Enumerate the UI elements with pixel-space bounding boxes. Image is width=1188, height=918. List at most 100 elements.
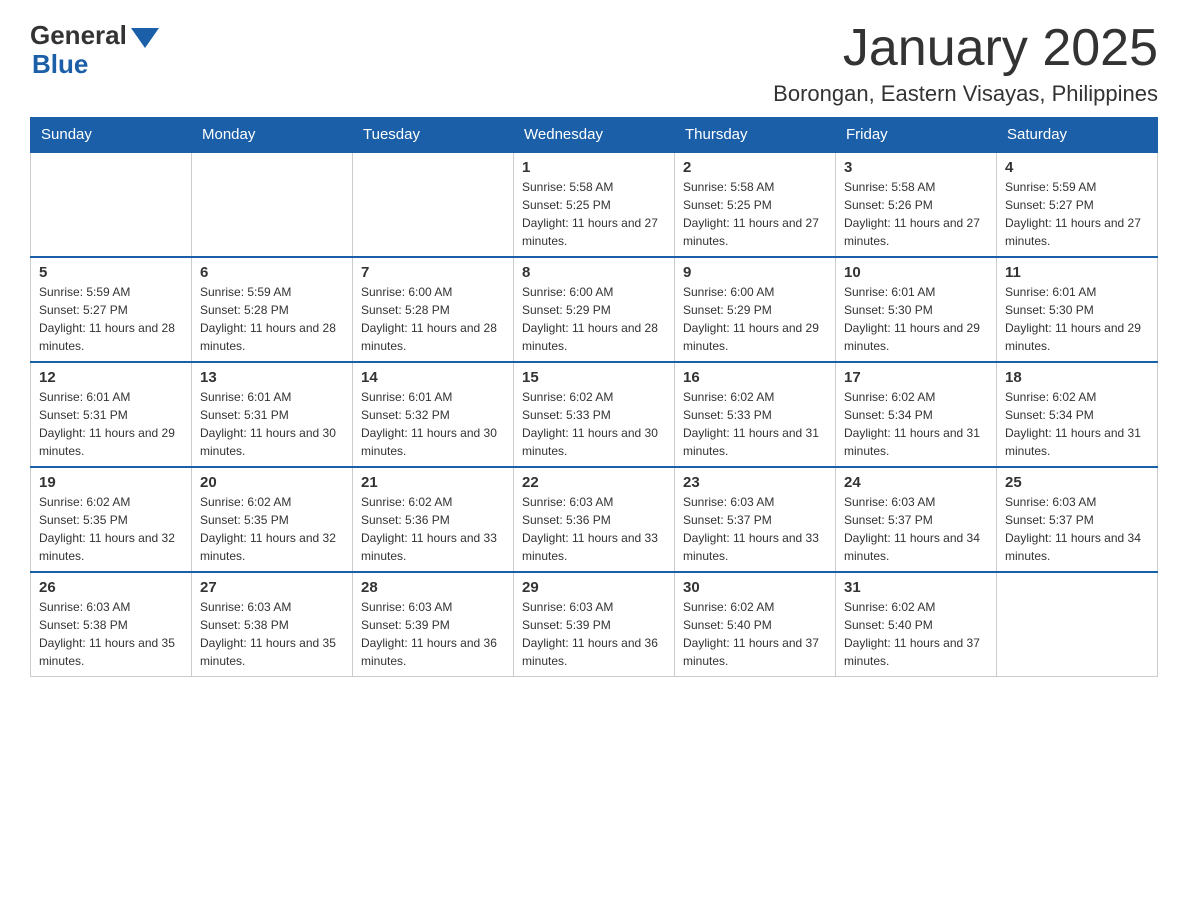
- day-info: Sunrise: 6:03 AM Sunset: 5:39 PM Dayligh…: [361, 598, 505, 670]
- header-monday: Monday: [192, 118, 353, 153]
- day-number: 16: [683, 369, 827, 386]
- header-friday: Friday: [836, 118, 997, 153]
- day-number: 27: [200, 579, 344, 596]
- calendar-cell: 14 Sunrise: 6:01 AM Sunset: 5:32 PM Dayli…: [353, 362, 514, 467]
- day-info: Sunrise: 6:03 AM Sunset: 5:37 PM Dayligh…: [844, 493, 988, 565]
- day-info: Sunrise: 6:02 AM Sunset: 5:40 PM Dayligh…: [844, 598, 988, 670]
- day-number: 22: [522, 474, 666, 491]
- day-number: 14: [361, 369, 505, 386]
- day-info: Sunrise: 6:00 AM Sunset: 5:29 PM Dayligh…: [683, 283, 827, 355]
- day-info: Sunrise: 6:00 AM Sunset: 5:28 PM Dayligh…: [361, 283, 505, 355]
- calendar-cell: 18 Sunrise: 6:02 AM Sunset: 5:34 PM Dayli…: [997, 362, 1158, 467]
- day-info: Sunrise: 6:02 AM Sunset: 5:33 PM Dayligh…: [522, 388, 666, 460]
- calendar-subtitle: Borongan, Eastern Visayas, Philippines: [773, 81, 1158, 107]
- day-number: 10: [844, 264, 988, 281]
- day-number: 24: [844, 474, 988, 491]
- calendar-week-row: 5 Sunrise: 5:59 AM Sunset: 5:27 PM Daylig…: [31, 257, 1158, 362]
- day-number: 21: [361, 474, 505, 491]
- day-number: 23: [683, 474, 827, 491]
- calendar-title: January 2025: [773, 20, 1158, 77]
- logo: General Blue: [30, 20, 159, 80]
- day-number: 26: [39, 579, 183, 596]
- calendar-cell: [192, 152, 353, 257]
- day-number: 5: [39, 264, 183, 281]
- calendar-cell: 20 Sunrise: 6:02 AM Sunset: 5:35 PM Dayli…: [192, 467, 353, 572]
- day-number: 7: [361, 264, 505, 281]
- day-number: 1: [522, 159, 666, 176]
- day-number: 13: [200, 369, 344, 386]
- calendar-cell: 22Sunrise: 6:03 AM Sunset: 5:36 PM Dayli…: [514, 467, 675, 572]
- day-info: Sunrise: 5:58 AM Sunset: 5:26 PM Dayligh…: [844, 178, 988, 250]
- calendar-cell: 13 Sunrise: 6:01 AM Sunset: 5:31 PM Dayli…: [192, 362, 353, 467]
- calendar-cell: 4 Sunrise: 5:59 AM Sunset: 5:27 PM Daylig…: [997, 152, 1158, 257]
- day-info: Sunrise: 5:59 AM Sunset: 5:27 PM Dayligh…: [39, 283, 183, 355]
- calendar-cell: 29Sunrise: 6:03 AM Sunset: 5:39 PM Dayli…: [514, 572, 675, 677]
- header-saturday: Saturday: [997, 118, 1158, 153]
- day-info: Sunrise: 6:00 AM Sunset: 5:29 PM Dayligh…: [522, 283, 666, 355]
- day-info: Sunrise: 6:02 AM Sunset: 5:40 PM Dayligh…: [683, 598, 827, 670]
- day-info: Sunrise: 6:01 AM Sunset: 5:31 PM Dayligh…: [200, 388, 344, 460]
- title-section: January 2025 Borongan, Eastern Visayas, …: [773, 20, 1158, 107]
- day-info: Sunrise: 6:01 AM Sunset: 5:31 PM Dayligh…: [39, 388, 183, 460]
- day-number: 12: [39, 369, 183, 386]
- calendar-cell: [997, 572, 1158, 677]
- day-number: 18: [1005, 369, 1149, 386]
- header-tuesday: Tuesday: [353, 118, 514, 153]
- day-number: 11: [1005, 264, 1149, 281]
- day-number: 4: [1005, 159, 1149, 176]
- day-number: 25: [1005, 474, 1149, 491]
- calendar-cell: 5 Sunrise: 5:59 AM Sunset: 5:27 PM Daylig…: [31, 257, 192, 362]
- calendar-cell: 6 Sunrise: 5:59 AM Sunset: 5:28 PM Daylig…: [192, 257, 353, 362]
- day-info: Sunrise: 6:01 AM Sunset: 5:30 PM Dayligh…: [1005, 283, 1149, 355]
- day-info: Sunrise: 5:58 AM Sunset: 5:25 PM Dayligh…: [522, 178, 666, 250]
- day-info: Sunrise: 6:02 AM Sunset: 5:35 PM Dayligh…: [200, 493, 344, 565]
- calendar-week-row: 12 Sunrise: 6:01 AM Sunset: 5:31 PM Dayli…: [31, 362, 1158, 467]
- calendar-cell: 15Sunrise: 6:02 AM Sunset: 5:33 PM Dayli…: [514, 362, 675, 467]
- calendar-cell: 28 Sunrise: 6:03 AM Sunset: 5:39 PM Dayli…: [353, 572, 514, 677]
- day-info: Sunrise: 6:02 AM Sunset: 5:33 PM Dayligh…: [683, 388, 827, 460]
- day-number: 8: [522, 264, 666, 281]
- logo-triangle-icon: [131, 28, 159, 48]
- day-info: Sunrise: 6:03 AM Sunset: 5:37 PM Dayligh…: [683, 493, 827, 565]
- day-info: Sunrise: 6:01 AM Sunset: 5:30 PM Dayligh…: [844, 283, 988, 355]
- calendar-cell: 11 Sunrise: 6:01 AM Sunset: 5:30 PM Dayli…: [997, 257, 1158, 362]
- calendar-cell: 17Sunrise: 6:02 AM Sunset: 5:34 PM Dayli…: [836, 362, 997, 467]
- calendar-cell: 1 Sunrise: 5:58 AM Sunset: 5:25 PM Daylig…: [514, 152, 675, 257]
- day-number: 6: [200, 264, 344, 281]
- logo-general-text: General: [30, 20, 127, 51]
- calendar-cell: 2Sunrise: 5:58 AM Sunset: 5:25 PM Daylig…: [675, 152, 836, 257]
- calendar-cell: 16 Sunrise: 6:02 AM Sunset: 5:33 PM Dayli…: [675, 362, 836, 467]
- header-thursday: Thursday: [675, 118, 836, 153]
- day-number: 3: [844, 159, 988, 176]
- logo-blue-text: Blue: [32, 49, 88, 80]
- calendar-cell: 12 Sunrise: 6:01 AM Sunset: 5:31 PM Dayli…: [31, 362, 192, 467]
- calendar-cell: 8 Sunrise: 6:00 AM Sunset: 5:29 PM Daylig…: [514, 257, 675, 362]
- day-info: Sunrise: 5:59 AM Sunset: 5:27 PM Dayligh…: [1005, 178, 1149, 250]
- calendar-cell: 9Sunrise: 6:00 AM Sunset: 5:29 PM Daylig…: [675, 257, 836, 362]
- day-number: 2: [683, 159, 827, 176]
- calendar-cell: 21 Sunrise: 6:02 AM Sunset: 5:36 PM Dayli…: [353, 467, 514, 572]
- calendar-cell: 23 Sunrise: 6:03 AM Sunset: 5:37 PM Dayli…: [675, 467, 836, 572]
- day-number: 30: [683, 579, 827, 596]
- day-info: Sunrise: 6:02 AM Sunset: 5:35 PM Dayligh…: [39, 493, 183, 565]
- calendar-week-row: 26 Sunrise: 6:03 AM Sunset: 5:38 PM Dayli…: [31, 572, 1158, 677]
- day-info: Sunrise: 5:59 AM Sunset: 5:28 PM Dayligh…: [200, 283, 344, 355]
- day-number: 28: [361, 579, 505, 596]
- day-info: Sunrise: 6:02 AM Sunset: 5:36 PM Dayligh…: [361, 493, 505, 565]
- calendar-cell: 31Sunrise: 6:02 AM Sunset: 5:40 PM Dayli…: [836, 572, 997, 677]
- header-sunday: Sunday: [31, 118, 192, 153]
- calendar-cell: 7 Sunrise: 6:00 AM Sunset: 5:28 PM Daylig…: [353, 257, 514, 362]
- day-number: 20: [200, 474, 344, 491]
- calendar-cell: 19Sunrise: 6:02 AM Sunset: 5:35 PM Dayli…: [31, 467, 192, 572]
- calendar-cell: 3 Sunrise: 5:58 AM Sunset: 5:26 PM Daylig…: [836, 152, 997, 257]
- day-info: Sunrise: 6:03 AM Sunset: 5:38 PM Dayligh…: [200, 598, 344, 670]
- calendar-cell: [353, 152, 514, 257]
- day-info: Sunrise: 6:02 AM Sunset: 5:34 PM Dayligh…: [1005, 388, 1149, 460]
- day-info: Sunrise: 6:03 AM Sunset: 5:39 PM Dayligh…: [522, 598, 666, 670]
- calendar-cell: 30 Sunrise: 6:02 AM Sunset: 5:40 PM Dayli…: [675, 572, 836, 677]
- calendar-cell: [31, 152, 192, 257]
- day-info: Sunrise: 6:01 AM Sunset: 5:32 PM Dayligh…: [361, 388, 505, 460]
- page-header: General Blue January 2025 Borongan, East…: [30, 20, 1158, 107]
- day-info: Sunrise: 6:02 AM Sunset: 5:34 PM Dayligh…: [844, 388, 988, 460]
- calendar-cell: 26Sunrise: 6:03 AM Sunset: 5:38 PM Dayli…: [31, 572, 192, 677]
